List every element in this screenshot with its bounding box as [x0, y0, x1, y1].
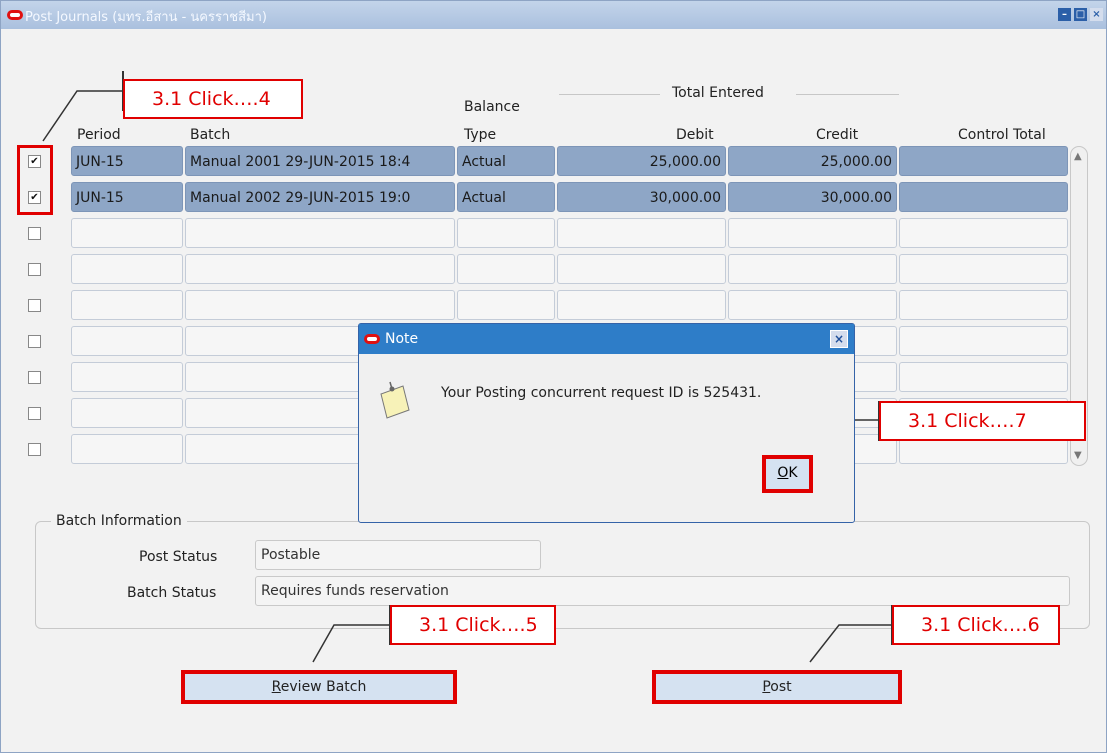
callout-step-4: 3.1 Click….4	[123, 79, 303, 119]
cell-period[interactable]: JUN-15	[71, 182, 183, 212]
callout-step-6: 3.1 Click….6	[892, 605, 1060, 645]
cell-debit[interactable]	[557, 290, 726, 320]
balance-type-header-2: Type	[464, 127, 497, 143]
review-batch-label: eview Batch	[280, 679, 367, 695]
ok-button[interactable]: OK	[762, 455, 813, 493]
cell-balance-type[interactable]: Actual	[457, 182, 555, 212]
cell-period[interactable]	[71, 362, 183, 392]
cell-control-total[interactable]	[899, 146, 1068, 176]
row-checkbox[interactable]	[28, 335, 41, 348]
cell-credit[interactable]: 30,000.00	[728, 182, 897, 212]
cell-period[interactable]	[71, 218, 183, 248]
callout-step-7: 3.1 Click….7	[879, 401, 1086, 441]
cell-debit[interactable]: 25,000.00	[557, 146, 726, 176]
cell-control-total[interactable]	[899, 218, 1068, 248]
cell-period[interactable]	[71, 434, 183, 464]
cell-control-total[interactable]	[899, 182, 1068, 212]
cell-debit[interactable]	[557, 218, 726, 248]
oracle-logo-icon	[7, 10, 23, 20]
checkbox-highlight	[17, 145, 53, 215]
debit-header: Debit	[676, 127, 714, 143]
batch-status-label: Batch Status	[127, 585, 217, 601]
cell-period[interactable]	[71, 398, 183, 428]
dialog-close-icon[interactable]: ×	[830, 330, 848, 348]
cell-debit[interactable]	[557, 254, 726, 284]
cell-period[interactable]	[71, 254, 183, 284]
window-title: Post Journals (มทร.อีสาน - นครราชสีมา)	[25, 10, 267, 25]
cell-period[interactable]	[71, 326, 183, 356]
batch-status-field[interactable]: Requires funds reservation	[255, 576, 1070, 606]
cell-control-total[interactable]	[899, 326, 1068, 356]
cell-balance-type[interactable]: Actual	[457, 146, 555, 176]
post-status-field[interactable]: Postable	[255, 540, 541, 570]
cell-balance-type[interactable]	[457, 290, 555, 320]
note-icon	[380, 381, 410, 419]
cell-debit[interactable]: 30,000.00	[557, 182, 726, 212]
post-button[interactable]: Post	[652, 670, 902, 704]
cell-batch[interactable]: Manual 2001 29-JUN-2015 18:4	[185, 146, 455, 176]
cell-credit[interactable]	[728, 218, 897, 248]
cell-control-total[interactable]	[899, 254, 1068, 284]
cell-batch[interactable]	[185, 290, 455, 320]
scroll-up-icon[interactable]: ▲	[1074, 151, 1082, 162]
cell-batch[interactable]	[185, 218, 455, 248]
balance-type-header-1: Balance	[464, 99, 520, 115]
scroll-down-icon[interactable]: ▼	[1074, 450, 1082, 461]
callout-step-5: 3.1 Click….5	[390, 605, 556, 645]
total-entered-header: Total Entered	[672, 85, 764, 101]
ok-label: K	[788, 465, 798, 481]
note-dialog-title-bar: Note ×	[359, 324, 854, 354]
cell-balance-type[interactable]	[457, 218, 555, 248]
window-title-bar: Post Journals (มทร.อีสาน - นครราชสีมา) –…	[1, 1, 1106, 29]
batch-header: Batch	[190, 127, 231, 143]
cell-period[interactable]	[71, 290, 183, 320]
cell-batch[interactable]: Manual 2002 29-JUN-2015 19:0	[185, 182, 455, 212]
period-header: Period	[77, 127, 121, 143]
cell-credit[interactable]: 25,000.00	[728, 146, 897, 176]
minimize-icon[interactable]: –	[1058, 8, 1071, 21]
row-checkbox[interactable]	[28, 407, 41, 420]
note-dialog-title: Note	[385, 331, 419, 347]
row-checkbox[interactable]	[28, 371, 41, 384]
cell-control-total[interactable]	[899, 362, 1068, 392]
oracle-logo-icon	[364, 334, 380, 344]
review-batch-mnemonic: R	[271, 679, 281, 695]
ok-mnemonic: O	[777, 465, 789, 481]
cell-batch[interactable]	[185, 254, 455, 284]
cell-credit[interactable]	[728, 254, 897, 284]
row-checkbox[interactable]	[28, 263, 41, 276]
post-status-label: Post Status	[139, 549, 218, 565]
row-checkbox[interactable]	[28, 227, 41, 240]
credit-header: Credit	[816, 127, 859, 143]
post-label: ost	[770, 679, 792, 695]
cell-control-total[interactable]	[899, 290, 1068, 320]
row-checkbox[interactable]	[28, 299, 41, 312]
cell-credit[interactable]	[728, 290, 897, 320]
review-batch-button[interactable]: Review Batch	[181, 670, 457, 704]
row-checkbox[interactable]	[28, 443, 41, 456]
note-dialog: Note × Your Posting concurrent request I…	[358, 323, 855, 523]
cell-period[interactable]: JUN-15	[71, 146, 183, 176]
note-message: Your Posting concurrent request ID is 52…	[441, 385, 762, 401]
control-total-header: Control Total	[958, 127, 1046, 143]
batch-information-title: Batch Information	[51, 513, 187, 529]
close-icon[interactable]: ×	[1090, 8, 1103, 21]
maximize-icon[interactable]: □	[1074, 8, 1087, 21]
cell-balance-type[interactable]	[457, 254, 555, 284]
